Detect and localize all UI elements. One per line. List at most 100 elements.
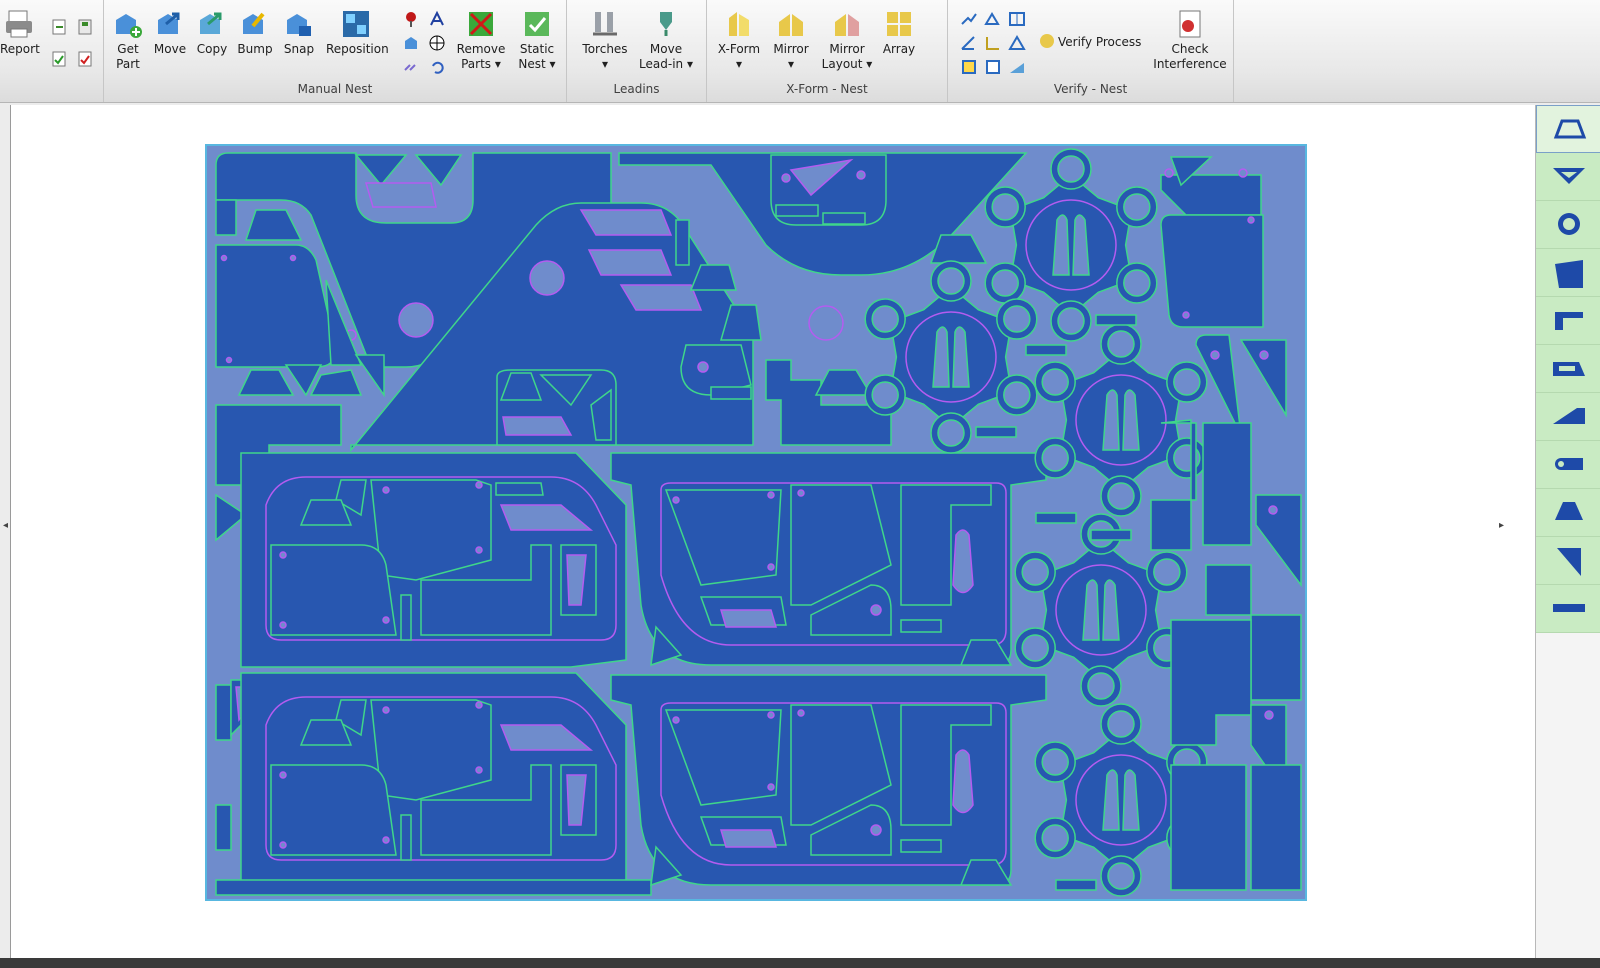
- copy-button[interactable]: Copy: [194, 8, 230, 57]
- mirror-layout-button[interactable]: Mirror Layout ▾: [819, 8, 875, 72]
- nest-part-56[interactable]: [382, 616, 390, 624]
- nest-part-212[interactable]: [1247, 216, 1255, 224]
- nest-part-53[interactable]: [270, 544, 397, 636]
- move-button[interactable]: Move: [152, 8, 188, 57]
- nest-part-107[interactable]: [672, 716, 680, 724]
- nest-part-100[interactable]: [870, 604, 882, 616]
- nest-part-74[interactable]: [270, 764, 397, 856]
- nest-part-216[interactable]: [1259, 350, 1269, 360]
- verify-path-icon[interactable]: [960, 10, 978, 28]
- array-button[interactable]: Array: [879, 8, 919, 57]
- nest-part-165[interactable]: [1041, 368, 1069, 396]
- nest-part-173[interactable]: [1153, 558, 1181, 586]
- nest-part-113[interactable]: [952, 749, 974, 814]
- move-leadin-button[interactable]: Move Lead-in ▾: [637, 8, 695, 72]
- undo-icon[interactable]: [428, 58, 446, 76]
- nest-part-210[interactable]: [1238, 168, 1248, 178]
- export-icon[interactable]: [50, 18, 68, 36]
- nest-part-145[interactable]: [937, 419, 965, 447]
- nest-part-50[interactable]: [382, 486, 390, 494]
- nest-part-96[interactable]: [952, 529, 974, 594]
- nest-part-78[interactable]: [400, 814, 412, 861]
- palette-bar-part[interactable]: [1536, 585, 1600, 633]
- nest-part-23[interactable]: [675, 219, 690, 266]
- nest-part-43[interactable]: [502, 416, 573, 436]
- nest-part-204[interactable]: [1035, 512, 1077, 524]
- nest-part-217[interactable]: [1210, 350, 1220, 360]
- nest-part-8[interactable]: [220, 254, 228, 262]
- nest-part-19[interactable]: [529, 260, 565, 296]
- nest-part-123[interactable]: [1057, 155, 1085, 183]
- nest-part-155[interactable]: [1107, 330, 1135, 358]
- nest-part-28[interactable]: [710, 386, 752, 400]
- nest-part-34[interactable]: [856, 170, 866, 180]
- nest-part-92[interactable]: [767, 563, 775, 571]
- palette-slot-lever-part[interactable]: [1536, 441, 1600, 489]
- nest-part-75[interactable]: [279, 771, 287, 779]
- verify-grid-icon[interactable]: [1008, 10, 1026, 28]
- torches-button[interactable]: Torches ▾: [577, 8, 633, 72]
- nest-part-20[interactable]: [579, 209, 673, 236]
- nest-part-125[interactable]: [1123, 193, 1151, 221]
- checklist-icon[interactable]: [50, 50, 68, 68]
- palette-v-notch-part[interactable]: [1536, 153, 1600, 201]
- nest-part-221[interactable]: [1268, 505, 1278, 515]
- link-icon[interactable]: [402, 58, 420, 76]
- palette-quad-plate-part[interactable]: [1536, 249, 1600, 297]
- nest-part-77[interactable]: [382, 836, 390, 844]
- nest-part-10[interactable]: [225, 356, 233, 364]
- nest-part-205[interactable]: [1090, 529, 1132, 541]
- palette-gear-flange-part[interactable]: [1536, 201, 1600, 249]
- nest-part-225[interactable]: [1264, 710, 1274, 720]
- nest-part-115[interactable]: [719, 829, 778, 848]
- check-interference-button[interactable]: Check Interference: [1148, 8, 1232, 72]
- nest-part-4[interactable]: [365, 182, 437, 208]
- verify-box-icon[interactable]: [960, 58, 978, 76]
- left-collapse-handle[interactable]: ◂: [3, 520, 8, 531]
- nest-part-203[interactable]: [975, 426, 1017, 438]
- nest-part-117[interactable]: [870, 824, 882, 836]
- snap-button[interactable]: Snap: [280, 8, 318, 57]
- nest-part-91[interactable]: [767, 491, 775, 499]
- nest-part-90[interactable]: [672, 496, 680, 504]
- nest-part-98[interactable]: [719, 609, 778, 628]
- nest-part-131[interactable]: [991, 269, 1019, 297]
- nest-part-143[interactable]: [1003, 381, 1031, 409]
- nest-part-55[interactable]: [279, 621, 287, 629]
- verify-angle-icon[interactable]: [960, 34, 978, 52]
- nest-part-30[interactable]: [808, 305, 844, 341]
- approve-icon[interactable]: [76, 50, 94, 68]
- nest-part-118[interactable]: [900, 839, 942, 853]
- verify-lead-icon[interactable]: [984, 10, 1002, 28]
- nest-part-22[interactable]: [619, 284, 703, 311]
- bump-button[interactable]: Bump: [236, 8, 274, 57]
- nest-part-71[interactable]: [382, 706, 390, 714]
- text-icon[interactable]: [428, 10, 446, 28]
- rotate-part-icon[interactable]: [402, 34, 420, 52]
- verify-corner-icon[interactable]: [984, 34, 1002, 52]
- verify-slope-icon[interactable]: [1008, 58, 1026, 76]
- xform-button[interactable]: X-Form ▾: [715, 8, 763, 72]
- nest-part-94[interactable]: [797, 489, 805, 497]
- nest-part-76[interactable]: [279, 841, 287, 849]
- nest-part-70[interactable]: [370, 699, 492, 801]
- nest-part-21[interactable]: [587, 249, 673, 276]
- reposition-button[interactable]: Reposition: [326, 8, 389, 57]
- nest-part-86[interactable]: [215, 879, 652, 896]
- mirror-button[interactable]: Mirror ▾: [767, 8, 815, 72]
- palette-trapezoid-small-part[interactable]: [1536, 489, 1600, 537]
- nest-part-85[interactable]: [215, 804, 232, 851]
- nest-part-209[interactable]: [1164, 168, 1174, 178]
- verify-process-button[interactable]: Verify Process: [1040, 34, 1150, 50]
- nest-part-149[interactable]: [871, 305, 899, 333]
- nest-part-33[interactable]: [781, 173, 791, 183]
- palette-l-bracket-part[interactable]: [1536, 297, 1600, 345]
- nest-part-54[interactable]: [279, 551, 287, 559]
- nest-part-59[interactable]: [495, 482, 544, 496]
- nest-part-163[interactable]: [1041, 444, 1069, 472]
- save-report-icon[interactable]: [76, 18, 94, 36]
- nest-part-26[interactable]: [697, 361, 709, 373]
- nest-part-195[interactable]: [1041, 824, 1069, 852]
- nest-part-72[interactable]: [475, 701, 483, 709]
- nest-part-211[interactable]: [1160, 214, 1264, 328]
